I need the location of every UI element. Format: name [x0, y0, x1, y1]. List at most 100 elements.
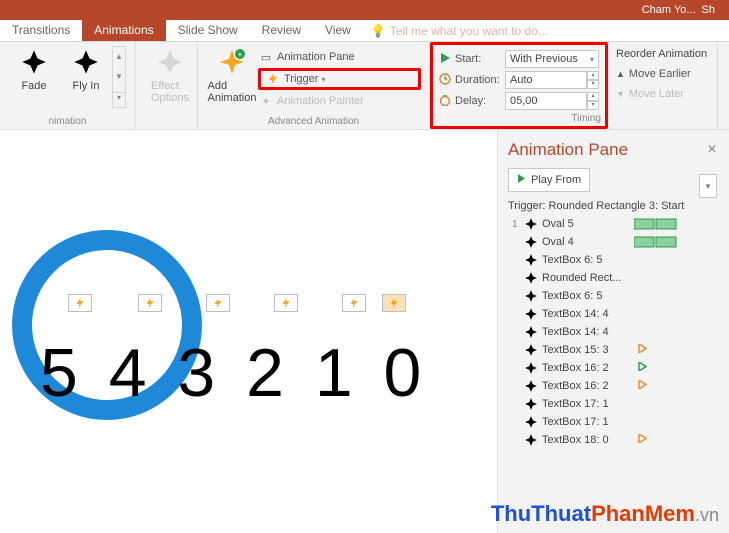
- duration-up[interactable]: ▴: [587, 71, 599, 80]
- delay-down[interactable]: ▾: [587, 101, 599, 110]
- trigger-label: Trigger: [284, 73, 318, 85]
- up-icon: ▲: [616, 69, 625, 79]
- gallery-up[interactable]: ▲: [113, 52, 125, 61]
- gallery-more[interactable]: ▾: [113, 92, 125, 102]
- advanced-animation-group: + Add Animation ▭ Animation Pane Trigger…: [198, 42, 430, 129]
- animation-item[interactable]: TextBox 14: 4: [508, 305, 719, 323]
- animation-flyin[interactable]: Fly In: [60, 46, 112, 112]
- item-label: Oval 5: [542, 218, 634, 230]
- play-from-button[interactable]: Play From: [508, 168, 590, 192]
- close-icon[interactable]: ✕: [707, 142, 717, 156]
- countdown-text[interactable]: 5 4 3 2 1 0: [40, 334, 427, 412]
- animation-item[interactable]: Rounded Rect...: [508, 269, 719, 287]
- anim-tag-1[interactable]: [68, 294, 92, 312]
- animation-item[interactable]: TextBox 6: 5: [508, 287, 719, 305]
- trigger-header: Trigger: Rounded Rectangle 3: Start: [508, 200, 719, 212]
- duration-down[interactable]: ▾: [587, 80, 599, 89]
- delay-value: 05,00: [510, 95, 538, 107]
- tab-transitions[interactable]: Transitions: [0, 20, 82, 41]
- down-icon: ▼: [616, 89, 625, 99]
- gallery-down[interactable]: ▼: [113, 72, 125, 81]
- anim-tag-5[interactable]: [342, 294, 366, 312]
- move-earlier-button[interactable]: ▲ Move Earlier: [616, 64, 709, 84]
- ribbon-tabstrip: Transitions Animations Slide Show Review…: [0, 20, 729, 42]
- item-label: TextBox 18: 0: [542, 434, 634, 446]
- share-button[interactable]: Sh: [702, 4, 715, 16]
- start-dropdown[interactable]: With Previous▾: [505, 50, 599, 68]
- watermark: ThuThuatPhanMem.vn: [491, 501, 719, 527]
- duration-label: Duration:: [455, 74, 505, 86]
- move-later-label: Move Later: [629, 88, 684, 100]
- tab-view[interactable]: View: [313, 20, 363, 41]
- item-label: TextBox 14: 4: [542, 326, 634, 338]
- duration-field[interactable]: Auto: [505, 71, 587, 89]
- item-label: TextBox 16: 2: [542, 380, 634, 392]
- animation-pane-button[interactable]: ▭ Animation Pane: [258, 46, 421, 68]
- advanced-group-label: Advanced Animation: [198, 116, 429, 127]
- clock-icon: [439, 73, 453, 87]
- animation-item[interactable]: TextBox 14: 4: [508, 323, 719, 341]
- item-label: TextBox 6: 5: [542, 254, 634, 266]
- play-from-label: Play From: [531, 174, 581, 186]
- anim-tag-2[interactable]: [138, 294, 162, 312]
- star-icon: [524, 433, 538, 447]
- start-value: With Previous: [510, 53, 578, 65]
- watermark-p3: .vn: [695, 505, 719, 525]
- painter-icon: ✦: [258, 93, 274, 109]
- animation-item[interactable]: TextBox 6: 5: [508, 251, 719, 269]
- animation-pane-label: Animation Pane: [277, 51, 355, 63]
- play-indicator-icon: [638, 344, 647, 356]
- effect-options-label: Effect Options: [151, 80, 189, 104]
- animation-item[interactable]: TextBox 15: 3: [508, 341, 719, 359]
- play-tri-icon: [517, 174, 526, 186]
- workspace: 5 4 3 2 1 0 Animation Pane ✕ Play From ▾…: [0, 130, 729, 533]
- item-label: TextBox 14: 4: [542, 308, 634, 320]
- user-name[interactable]: Cham Yo...: [642, 4, 696, 16]
- star-icon: [524, 325, 538, 339]
- animation-item[interactable]: TextBox 18: 0: [508, 431, 719, 449]
- item-label: TextBox 17: 1: [542, 416, 634, 428]
- play-indicator-icon: [638, 380, 647, 392]
- nimation-group-label: nimation: [0, 116, 135, 127]
- animation-item[interactable]: 1Oval 5: [508, 215, 719, 233]
- tell-me-search[interactable]: 💡 Tell me what you want to do...: [363, 20, 548, 41]
- watermark-p1: ThuThuat: [491, 501, 591, 526]
- delay-label: Delay:: [455, 95, 505, 107]
- animation-gallery-group: Fade Fly In ▲ ▼ ▾ nimation: [0, 42, 136, 129]
- star-icon: [524, 361, 538, 375]
- watermark-p2: PhanMem: [591, 501, 695, 526]
- animation-item[interactable]: TextBox 16: 2: [508, 377, 719, 395]
- animation-painter-button: ✦ Animation Painter: [258, 90, 421, 112]
- tab-animations[interactable]: Animations: [82, 20, 165, 41]
- start-label: Start:: [455, 53, 505, 65]
- item-label: TextBox 15: 3: [542, 344, 634, 356]
- animation-item[interactable]: TextBox 17: 1: [508, 395, 719, 413]
- tab-review[interactable]: Review: [250, 20, 313, 41]
- item-label: TextBox 6: 5: [542, 290, 634, 302]
- item-label: TextBox 16: 2: [542, 362, 634, 374]
- animation-item[interactable]: Oval 4: [508, 233, 719, 251]
- add-animation-label: Add Animation: [208, 80, 257, 104]
- animation-item[interactable]: TextBox 17: 1: [508, 413, 719, 431]
- star-icon: [524, 235, 538, 249]
- item-label: Oval 4: [542, 236, 634, 248]
- slide-canvas[interactable]: 5 4 3 2 1 0: [0, 130, 497, 533]
- anim-tag-4[interactable]: [274, 294, 298, 312]
- anim-tag-6[interactable]: [382, 294, 406, 312]
- trigger-button[interactable]: Trigger ▾: [258, 68, 421, 90]
- tell-me-label: Tell me what you want to do...: [390, 24, 548, 38]
- anim-tag-3[interactable]: [206, 294, 230, 312]
- pane-icon: ▭: [258, 49, 274, 65]
- animation-item[interactable]: TextBox 16: 2: [508, 359, 719, 377]
- flyin-label: Fly In: [73, 80, 100, 92]
- panel-menu-dropdown[interactable]: ▾: [699, 174, 717, 198]
- star-icon: [524, 289, 538, 303]
- timing-group: Start: With Previous▾ Duration: Auto ▴▾ …: [430, 42, 608, 129]
- timeline-bar: [634, 236, 678, 248]
- delay-up[interactable]: ▴: [587, 92, 599, 101]
- animation-fade[interactable]: Fade: [8, 46, 60, 112]
- tab-slideshow[interactable]: Slide Show: [166, 20, 250, 41]
- add-animation-button[interactable]: + Add Animation: [206, 46, 258, 112]
- delay-field[interactable]: 05,00: [505, 92, 587, 110]
- delay-icon: [439, 94, 453, 108]
